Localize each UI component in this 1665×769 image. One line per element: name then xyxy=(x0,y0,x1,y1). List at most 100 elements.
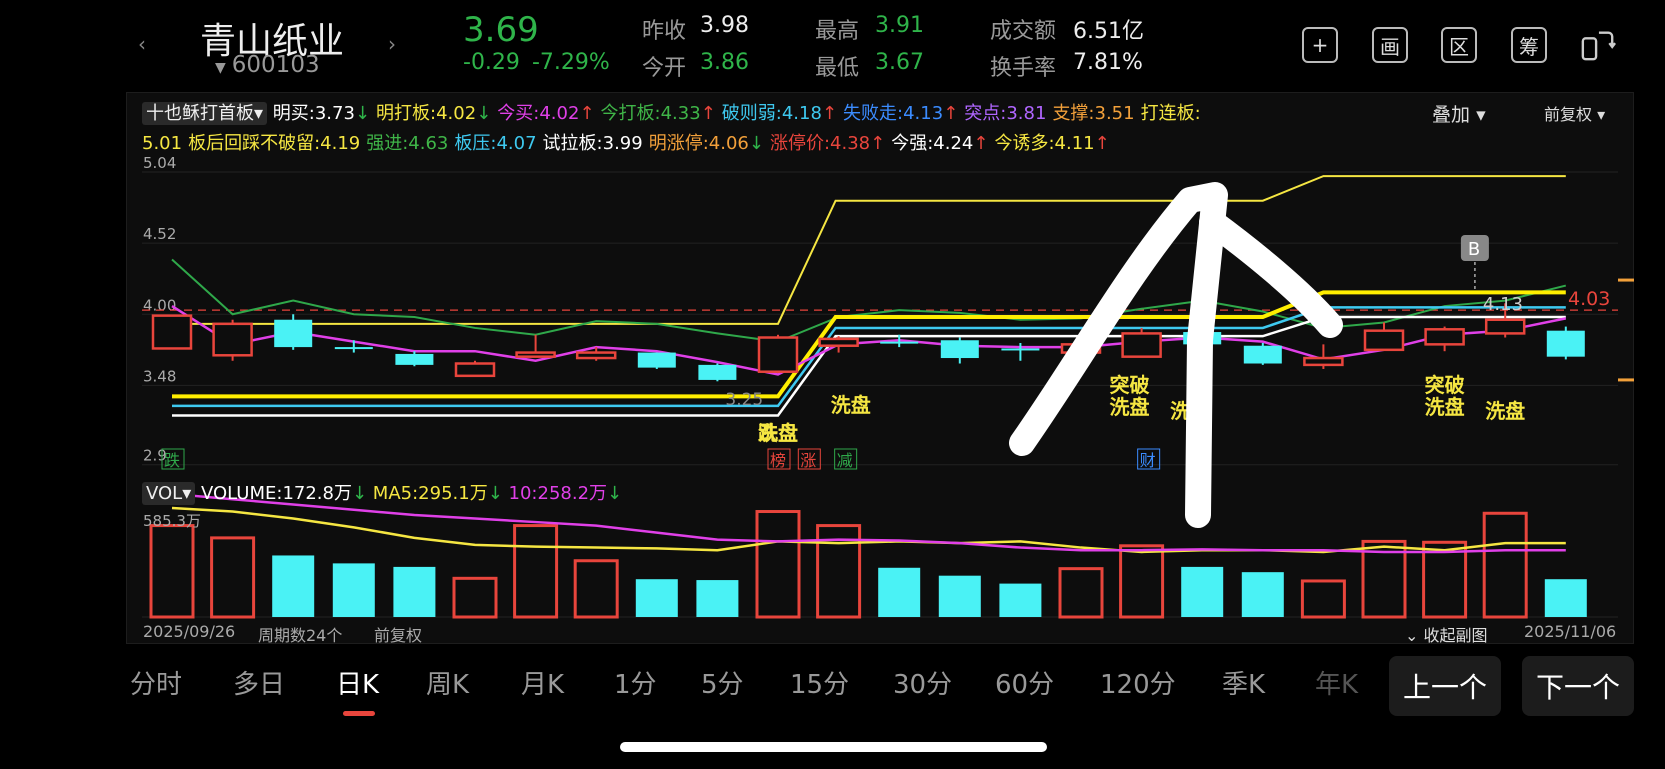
annotation-label: 洗盘 xyxy=(1109,395,1149,419)
volume-bar xyxy=(755,510,801,619)
ma5: MA5:295.1万 xyxy=(373,483,488,504)
next-button[interactable]: 下一个 xyxy=(1522,656,1634,716)
candle-body xyxy=(1546,330,1585,357)
candle-body xyxy=(1424,328,1465,346)
volume-bar xyxy=(513,524,559,619)
tab-年K[interactable]: 年K xyxy=(1315,664,1358,701)
ma5-arrow: ↓ xyxy=(487,483,503,504)
candle-body xyxy=(757,336,799,373)
annotation-label: 洗盘 xyxy=(1485,399,1525,423)
buy-marker-label: B xyxy=(1468,239,1480,260)
volume-bar xyxy=(1181,566,1224,617)
ma10: 10:258.2万 xyxy=(509,483,608,504)
candle-body xyxy=(818,337,859,347)
tag-label: 财 xyxy=(1140,451,1156,470)
volume-selector[interactable]: VOL▾ xyxy=(142,482,196,505)
reference-price-label: 4.03 xyxy=(1568,288,1610,310)
volume-bar xyxy=(999,583,1042,617)
annotation-label: 突破 xyxy=(1109,373,1149,397)
candle-body xyxy=(1303,356,1344,367)
tab-60分[interactable]: 60分 xyxy=(995,664,1054,701)
volume-bar xyxy=(573,559,619,619)
volume-label: VOLUME:172.8万 xyxy=(201,483,352,504)
kline-chart[interactable]: 5.044.524.003.482.94.03跌盘洗盘洗盘突破洗盘 洗盘突破洗盘洗… xyxy=(0,0,1665,769)
indicator-line xyxy=(172,306,1566,408)
candle-body xyxy=(637,352,676,368)
candle-body xyxy=(880,341,919,344)
start-date: 2025/09/26 xyxy=(143,622,236,641)
tab-季K[interactable]: 季K xyxy=(1222,664,1265,701)
tag-label: 涨 xyxy=(800,451,816,470)
ma10-arrow: ↓ xyxy=(607,483,623,504)
price-mark-label: 4.13 xyxy=(1483,294,1523,315)
tab-120分[interactable]: 120分 xyxy=(1100,664,1176,701)
volume-bar xyxy=(1482,511,1528,619)
volume-bar xyxy=(272,555,315,617)
volume-bar xyxy=(210,536,256,619)
collapse-subchart-button[interactable]: ⌄ 收起副图 xyxy=(1405,622,1488,646)
volume-max-label: 585.3万 xyxy=(143,512,201,530)
volume-bar xyxy=(452,576,498,619)
indicator-line xyxy=(172,175,1566,325)
volume-bar xyxy=(332,563,375,617)
price-mark-label: 3.25 xyxy=(725,390,763,410)
volume-bar xyxy=(1058,567,1104,619)
volume-label-text: VOLUME: xyxy=(200,483,283,504)
volume-bar xyxy=(393,566,436,617)
volume-bar xyxy=(635,579,678,617)
annotation-label: 洗盘 xyxy=(831,393,871,417)
prev-button[interactable]: 上一个 xyxy=(1389,656,1501,716)
volume-bar xyxy=(1300,579,1346,619)
volume-bar xyxy=(938,575,981,617)
annotation-label: 突破 xyxy=(1425,373,1465,397)
tab-分时[interactable]: 分时 xyxy=(130,664,182,701)
volume-bar xyxy=(1119,544,1165,619)
tab-5分[interactable]: 5分 xyxy=(701,664,744,701)
indicator-line xyxy=(171,258,1567,343)
volume-arrow: ↓ xyxy=(351,483,368,504)
candle-body xyxy=(940,340,979,359)
active-tab-indicator xyxy=(343,711,375,716)
home-indicator xyxy=(620,742,1047,752)
y-tick-label: 4.00 xyxy=(143,296,176,314)
end-date: 2025/11/06 xyxy=(1524,622,1617,641)
candle-body xyxy=(212,322,253,357)
y-tick-label: 5.04 xyxy=(143,154,176,172)
volume-row: VOL▾ VOLUME:172.8万↓ MA5:295.1万↓ 10:258.2… xyxy=(142,479,622,505)
candle-body xyxy=(151,314,193,350)
ma5-value: 295.1万 xyxy=(418,483,488,504)
volume-bar xyxy=(878,567,921,617)
annotation-label: 洗盘 xyxy=(1425,395,1465,419)
tab-15分[interactable]: 15分 xyxy=(790,664,849,701)
volume-bar xyxy=(1422,540,1468,619)
period-count: 周期数24个 xyxy=(258,626,343,645)
tab-30分[interactable]: 30分 xyxy=(893,664,952,701)
tag-label: 跌 xyxy=(164,451,180,470)
candle-body xyxy=(1363,329,1405,352)
volume-bar xyxy=(696,580,739,617)
volume-bar xyxy=(149,524,195,619)
candle-body xyxy=(575,351,617,360)
caret-down-icon: ▾ xyxy=(182,483,192,504)
tab-1分[interactable]: 1分 xyxy=(614,664,657,701)
candle-body xyxy=(334,347,373,350)
candle-body xyxy=(1243,345,1282,364)
volume-bar xyxy=(1241,572,1284,617)
candle-body xyxy=(274,319,313,348)
y-tick-label: 3.48 xyxy=(143,367,176,385)
tab-周K[interactable]: 周K xyxy=(426,664,469,701)
candle-body xyxy=(515,351,556,358)
tag-label: 减 xyxy=(837,451,853,470)
y-tick-label: 4.52 xyxy=(143,225,176,243)
tab-月K[interactable]: 月K xyxy=(521,664,564,701)
tab-多日[interactable]: 多日 xyxy=(233,664,285,701)
ma10-label: 10: xyxy=(508,483,538,504)
tab-日K[interactable]: 日K xyxy=(336,664,379,701)
ma10-value: 258.2万 xyxy=(537,483,608,504)
volume-bar xyxy=(1544,579,1587,617)
annotation-label: 洗盘 xyxy=(758,421,798,445)
collapse-text: 收起副图 xyxy=(1423,626,1488,645)
candle-body xyxy=(395,353,434,365)
tag-label: 榜 xyxy=(770,451,786,470)
candle-body xyxy=(1484,318,1526,335)
